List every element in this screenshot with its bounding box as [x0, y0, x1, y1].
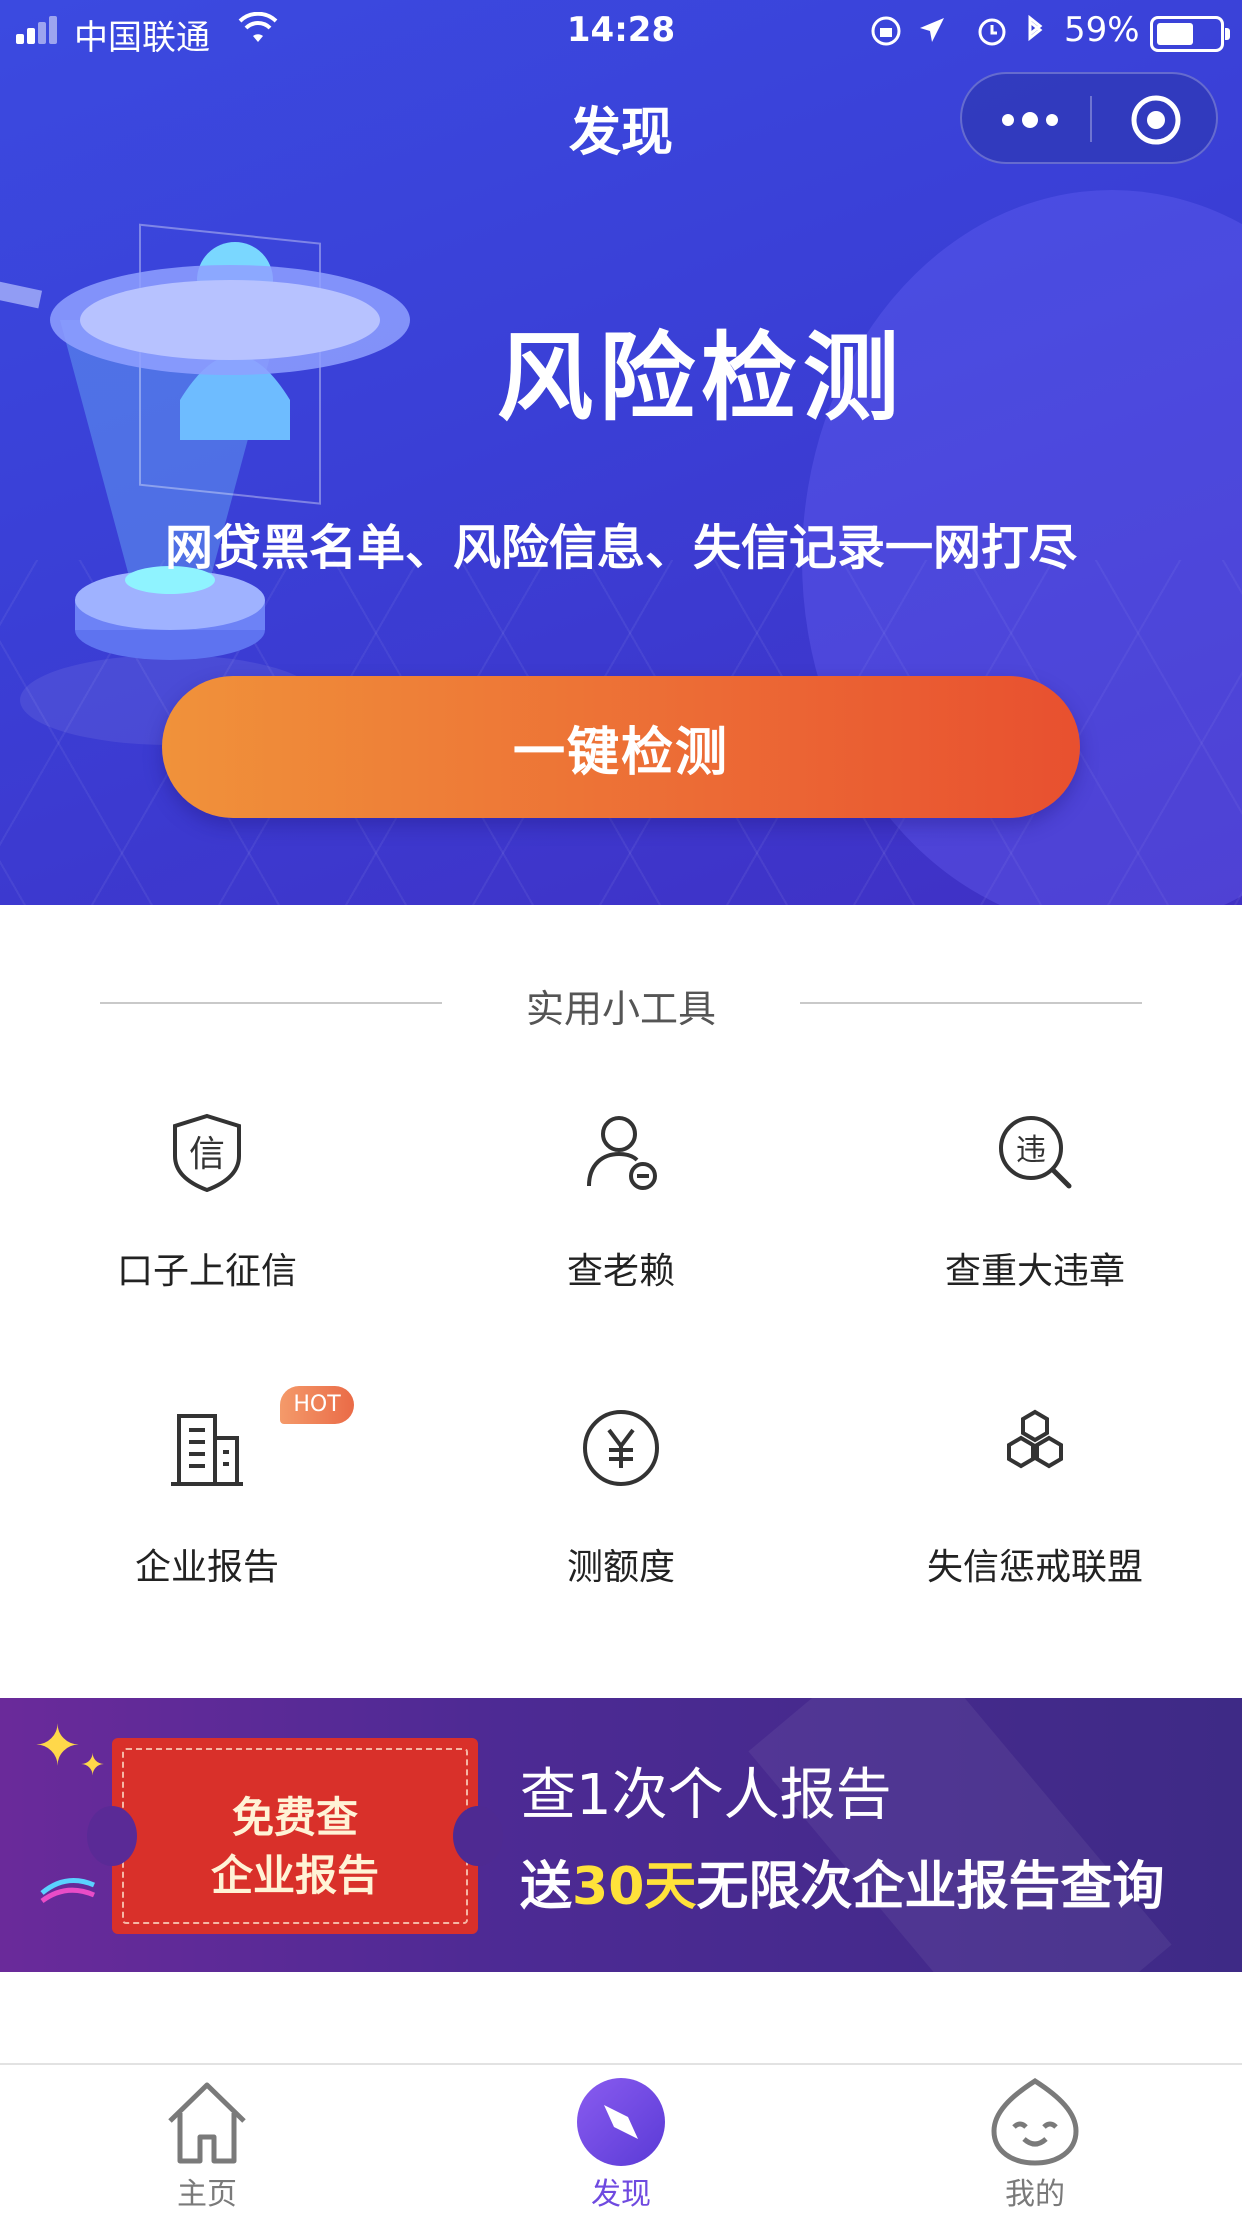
tool-label: 查老赖	[566, 1251, 675, 1292]
swoosh-icon	[40, 1878, 95, 1903]
tool-credit-check[interactable]: 信 口子上征信	[0, 1112, 414, 1372]
status-bar: 中国联通 14:28 59%	[0, 0, 1242, 62]
tab-label: 我的	[1005, 2177, 1065, 2212]
mini-program-capsule	[960, 72, 1218, 164]
banner-offer: 送30天无限次企业报告查询	[520, 1857, 1165, 1917]
svg-text:违: 违	[1016, 1133, 1046, 1168]
home-icon	[168, 2082, 246, 2164]
clock-time: 14:28	[566, 10, 676, 50]
tool-label: 企业报告	[134, 1547, 279, 1588]
tool-debtor-check[interactable]: 查老赖	[414, 1112, 828, 1372]
building-icon	[171, 1414, 243, 1486]
tools-heading-text: 实用小工具	[525, 987, 716, 1031]
free-enterprise-report-ticket: 免费查 企业报告	[87, 1738, 503, 1934]
tool-enterprise-report[interactable]: HOT 企业报告	[0, 1386, 414, 1668]
tool-label: 失信惩戒联盟	[926, 1547, 1143, 1588]
banner-headline: 查1次个人报告	[520, 1763, 892, 1828]
tool-label: 口子上征信	[116, 1251, 297, 1292]
hero-title: 风险检测	[497, 322, 905, 434]
battery-percent: 59%	[1064, 10, 1140, 50]
tab-label: 发现	[591, 2177, 651, 2212]
more-dots-icon[interactable]	[1000, 98, 1060, 142]
hero-subtitle: 网贷黑名单、风险信息、失信记录一网打尽	[164, 520, 1077, 576]
tool-credit-limit[interactable]: 测额度	[414, 1408, 828, 1668]
magnifier-wei-icon: 违	[999, 1116, 1072, 1189]
sparkle-icon: ✦	[34, 1714, 81, 1779]
capsule-divider	[1090, 96, 1092, 142]
tool-label: 测额度	[566, 1547, 675, 1588]
tab-home[interactable]: 主页	[0, 2065, 414, 2212]
tool-label: 查重大违章	[944, 1251, 1125, 1292]
tab-label: 主页	[177, 2177, 237, 2212]
one-click-detect-button[interactable]: 一键检测	[162, 676, 1080, 818]
person-minus-icon	[587, 1116, 657, 1190]
svg-text:信: 信	[189, 1134, 225, 1175]
hero-banner: 中国联通 14:28 59% 发现 风险检测 网贷黑名单、风险信息、失信记录一网…	[0, 0, 1242, 905]
yen-circle-icon	[583, 1410, 659, 1486]
heading-divider-right	[800, 1002, 1142, 1004]
promo-banner[interactable]: ✦ ✦ 免费查 企业报告 查1次个人报告 送30天无限次企业报告查询	[0, 1698, 1242, 1972]
stripe-decoration	[748, 1698, 1172, 1972]
battery-icon	[1150, 16, 1230, 52]
sparkle-icon: ✦	[80, 1748, 106, 1783]
tool-dishonesty-alliance[interactable]: 失信惩戒联盟	[828, 1408, 1242, 1668]
tab-mine[interactable]: 我的	[828, 2065, 1242, 2212]
tab-discover[interactable]: 发现	[414, 2065, 828, 2212]
tool-violation-check[interactable]: 违 查重大违章	[828, 1112, 1242, 1372]
tools-section-heading: 实用小工具	[0, 978, 1242, 1031]
ticket-line-2: 企业报告	[210, 1851, 379, 1900]
target-icon[interactable]	[1130, 94, 1182, 146]
hexagons-icon	[1007, 1409, 1063, 1469]
ticket-line-1: 免费查	[231, 1793, 358, 1842]
status-icons	[871, 14, 1043, 46]
hot-badge: HOT	[280, 1386, 354, 1424]
compass-icon	[577, 2078, 665, 2166]
bottom-tab-bar: 主页 发现 我的	[0, 2063, 1242, 2212]
smiley-face-icon	[991, 2078, 1079, 2166]
banner-offer-highlight: 30天	[572, 1857, 697, 1917]
shield-xin-icon: 信	[173, 1113, 241, 1192]
